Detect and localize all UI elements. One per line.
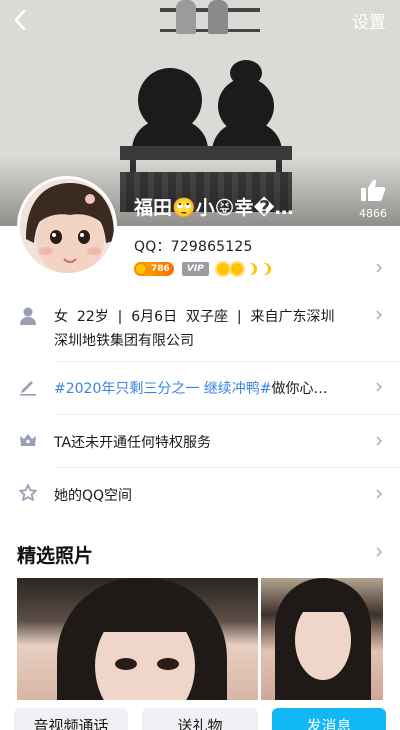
level-number: 786 [151, 264, 170, 274]
chevron-right-icon[interactable] [374, 263, 384, 273]
like-button[interactable]: 4866 [352, 178, 394, 220]
gender-text: 女 [54, 309, 68, 325]
back-button[interactable] [6, 6, 34, 34]
profile-nickname: 福田🙄小😝幸�… [134, 197, 294, 219]
signature-suffix: 做你心… [271, 381, 328, 397]
birthday-text: 6月6日 [131, 309, 178, 325]
topic-link[interactable]: #2020年只剩三分之一 继续冲鸭# [54, 381, 272, 397]
level-icons [216, 263, 273, 275]
location-text: 来自广东深圳 [250, 309, 335, 325]
divider [54, 414, 400, 415]
sun-icon [230, 263, 243, 275]
basic-info-row[interactable]: 女 22岁 | 6月6日 双子座 | 来自广东深圳 深圳地铁集团有限公司 [0, 304, 400, 352]
signature-text: #2020年只剩三分之一 继续冲鸭#做你心… [54, 378, 328, 398]
moon-icon [259, 263, 271, 275]
badge-row[interactable]: 786 VIP [134, 261, 273, 277]
signature-row[interactable]: #2020年只剩三分之一 继续冲鸭#做你心… [0, 376, 400, 400]
featured-photo[interactable] [17, 578, 258, 700]
sun-icon [216, 263, 229, 275]
chevron-right-icon [376, 436, 383, 446]
qq-space-row[interactable]: 她的QQ空间 [0, 483, 400, 507]
avatar[interactable] [17, 176, 117, 276]
thumbs-up-icon [361, 179, 386, 201]
crown-icon [20, 434, 36, 446]
vip-badge: VIP [181, 262, 209, 276]
featured-photos-title: 精选照片 [17, 545, 94, 567]
chevron-left-icon [14, 9, 26, 31]
like-count: 4866 [359, 207, 387, 220]
level-badge: 786 [134, 262, 174, 276]
qq-space-text: 她的QQ空间 [54, 488, 133, 504]
age-text: 22岁 [76, 309, 109, 325]
pencil-icon [20, 381, 36, 396]
chevron-right-icon [376, 382, 383, 392]
basic-info-line: 女 22岁 | 6月6日 双子座 | 来自广东深圳 [54, 309, 335, 325]
zodiac-text: 双子座 [186, 309, 228, 325]
privilege-text: TA还未开通任何特权服务 [54, 435, 212, 451]
coin-icon [134, 262, 148, 276]
divider [54, 361, 400, 362]
chevron-right-icon [376, 310, 383, 320]
settings-button[interactable]: 设置 [352, 8, 386, 33]
send-message-button[interactable]: 发消息 [272, 708, 386, 730]
person-icon [20, 307, 36, 325]
chevron-right-icon [376, 489, 383, 499]
company-text: 深圳地铁集团有限公司 [54, 333, 194, 349]
chevron-right-icon[interactable] [374, 547, 384, 557]
send-gift-button[interactable]: 送礼物 [142, 708, 258, 730]
star-icon [19, 484, 37, 501]
video-call-button[interactable]: 音视频通话 [14, 708, 128, 730]
featured-photo[interactable] [261, 578, 383, 700]
divider [54, 467, 400, 468]
moon-icon [245, 263, 257, 275]
qq-number: QQ：729865125 [134, 239, 253, 255]
privilege-row[interactable]: TA还未开通任何特权服务 [0, 430, 400, 454]
